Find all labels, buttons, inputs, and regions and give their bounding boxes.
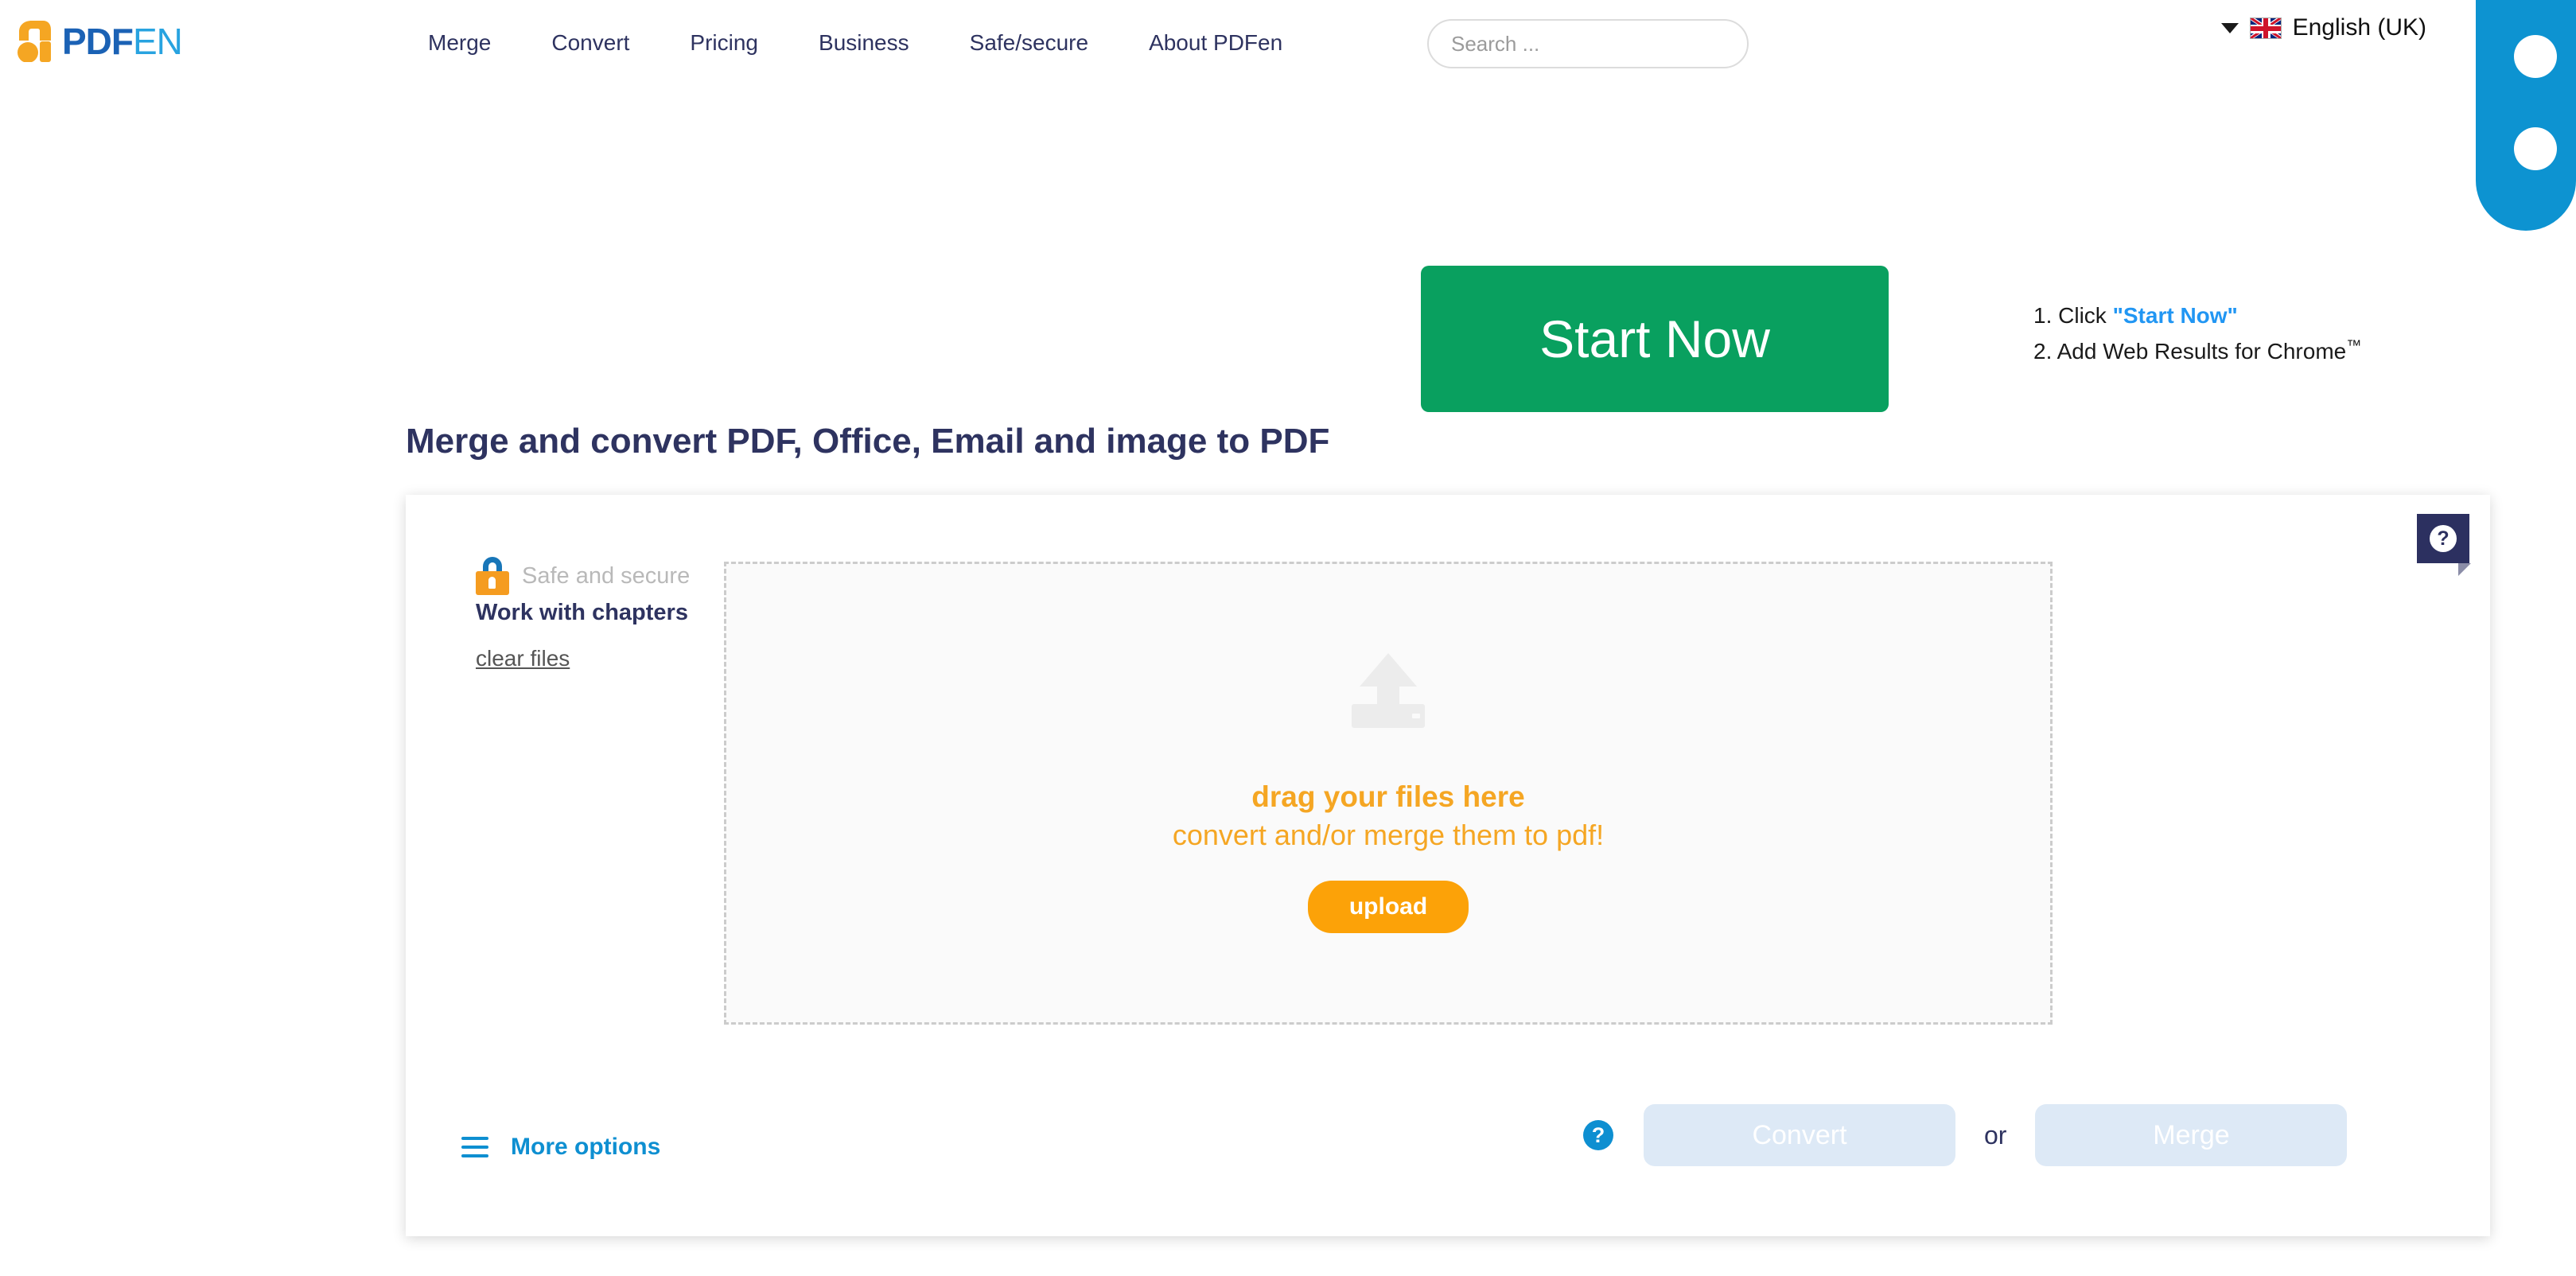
chat-dot-icon [2514, 35, 2557, 78]
logo-text: PDFEN [62, 21, 183, 62]
help-icon-actions[interactable]: ? [1583, 1120, 1613, 1150]
logo-text-secondary: EN [133, 21, 183, 62]
or-label: or [1984, 1120, 2007, 1150]
nav-item-about-pdfen[interactable]: About PDFen [1119, 30, 1313, 56]
chat-dot-icon [2514, 127, 2557, 170]
nav-item-merge[interactable]: Merge [398, 30, 521, 56]
step-2-text: Add Web Results for Chrome [2057, 339, 2347, 364]
instruction-steps: 1. Click "Start Now" 2. Add Web Results … [2033, 298, 2361, 370]
chat-widget-blob[interactable] [2476, 0, 2576, 231]
language-selector[interactable]: English (UK) [2220, 14, 2426, 41]
chevron-down-icon [2220, 22, 2239, 33]
safe-and-secure-row: Safe and secure [476, 557, 690, 595]
trademark-symbol: ™ [2346, 338, 2362, 356]
step-1-number: 1. [2033, 303, 2053, 328]
question-mark-icon: ? [2430, 525, 2457, 552]
logo-text-primary: PDF [62, 21, 134, 62]
step-2-number: 2. [2033, 339, 2053, 364]
page-root: PDFEN Merge Convert Pricing Business Saf… [0, 0, 2576, 1276]
clear-files-link[interactable]: clear files [476, 646, 570, 671]
nav-item-business[interactable]: Business [788, 30, 940, 56]
site-header: PDFEN Merge Convert Pricing Business Saf… [0, 0, 2576, 88]
nav-item-safe-secure[interactable]: Safe/secure [940, 30, 1119, 56]
instruction-step-1: 1. Click "Start Now" [2033, 298, 2361, 333]
upload-arrow-icon [1348, 653, 1428, 728]
step-1-text: Click [2058, 303, 2113, 328]
nav-item-pricing[interactable]: Pricing [660, 30, 788, 56]
file-dropzone[interactable]: drag your files here convert and/or merg… [724, 562, 2053, 1025]
nav-item-convert[interactable]: Convert [521, 30, 660, 56]
main-nav: Merge Convert Pricing Business Safe/secu… [398, 30, 1313, 56]
dropzone-subtitle: convert and/or merge them to pdf! [1172, 819, 1605, 851]
merge-button[interactable]: Merge [2035, 1104, 2348, 1166]
dropzone-title: drag your files here [1251, 780, 1525, 813]
action-row: ? Convert or Merge [1583, 1104, 2348, 1166]
step-1-link[interactable]: "Start Now" [2113, 303, 2238, 328]
work-with-chapters-label: Work with chapters [476, 600, 688, 625]
lock-icon [476, 557, 509, 595]
upload-button[interactable]: upload [1307, 881, 1469, 933]
pdfen-logo-icon [16, 21, 59, 63]
help-tab-fold [2458, 563, 2471, 576]
language-label: English (UK) [2292, 14, 2426, 41]
convert-button[interactable]: Convert [1644, 1104, 1955, 1166]
safe-and-secure-label: Safe and secure [522, 562, 691, 589]
uk-flag-icon [2249, 17, 2282, 39]
hamburger-icon [461, 1137, 488, 1157]
search-box[interactable] [1427, 19, 1749, 68]
search-input[interactable] [1451, 31, 1725, 56]
more-options-button[interactable]: More options [461, 1134, 660, 1161]
instruction-step-2: 2. Add Web Results for Chrome™ [2033, 333, 2361, 369]
more-options-label: More options [511, 1134, 661, 1160]
logo[interactable]: PDFEN [16, 19, 183, 64]
converter-card: Safe and secure Work with chapters clear… [406, 495, 2490, 1236]
start-now-button[interactable]: Start Now [1421, 266, 1889, 412]
page-title: Merge and convert PDF, Office, Email and… [406, 422, 1330, 461]
help-tab-button[interactable]: ? [2417, 514, 2469, 563]
